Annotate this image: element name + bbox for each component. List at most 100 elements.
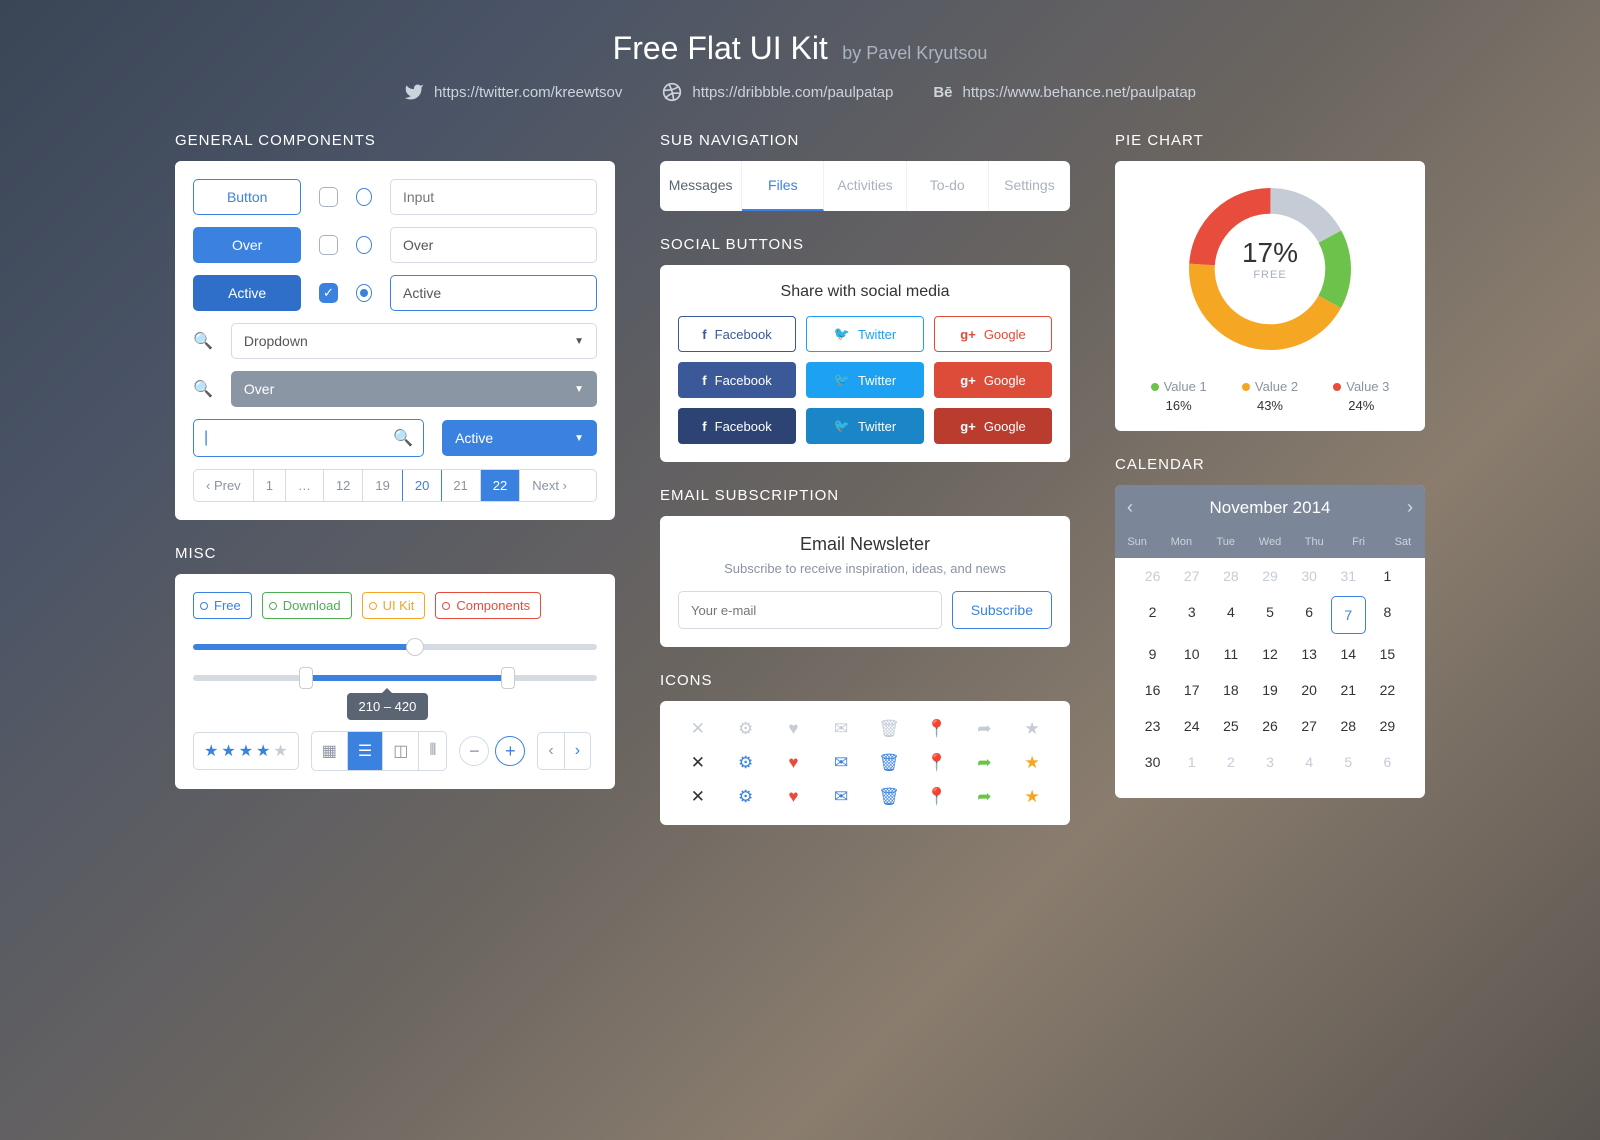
calendar-day[interactable]: 26 — [1250, 708, 1289, 744]
radio-unchecked[interactable] — [356, 188, 372, 206]
view-grid-icon[interactable]: ▦ — [312, 732, 348, 770]
input-active[interactable] — [390, 275, 597, 311]
pagination-page-current[interactable]: 20 — [402, 469, 442, 502]
twitter-button[interactable]: 🐦Twitter — [806, 362, 924, 398]
calendar-next-month[interactable]: › — [1407, 497, 1413, 518]
calendar-day[interactable]: 6 — [1368, 744, 1407, 780]
calendar-day[interactable]: 28 — [1329, 708, 1368, 744]
pagination-page[interactable]: 12 — [324, 470, 363, 501]
checkbox-checked[interactable]: ✓ — [319, 283, 337, 303]
input-default[interactable] — [390, 179, 597, 215]
calendar-day[interactable]: 4 — [1211, 594, 1250, 636]
prev-button[interactable]: ‹ — [538, 733, 564, 769]
calendar-day[interactable]: 29 — [1250, 558, 1289, 594]
calendar-day[interactable]: 5 — [1329, 744, 1368, 780]
dropdown-over[interactable]: Over▼ — [231, 371, 597, 407]
twitter-link[interactable]: https://twitter.com/kreewtsov — [404, 82, 622, 102]
tag-components[interactable]: Components — [435, 592, 541, 619]
calendar-day[interactable]: 6 — [1290, 594, 1329, 636]
calendar-day[interactable]: 31 — [1329, 558, 1368, 594]
google-button-outline[interactable]: g+Google — [934, 316, 1052, 352]
calendar-day[interactable]: 25 — [1211, 708, 1250, 744]
behance-link[interactable]: Bēhttps://www.behance.net/paulpatap — [933, 82, 1196, 102]
tag-download[interactable]: Download — [262, 592, 352, 619]
zoom-out-button[interactable]: − — [459, 736, 489, 766]
calendar-day[interactable]: 5 — [1250, 594, 1289, 636]
calendar-day[interactable]: 17 — [1172, 672, 1211, 708]
twitter-button-outline[interactable]: 🐦Twitter — [806, 316, 924, 352]
range-handle-min[interactable] — [299, 667, 313, 689]
calendar-day[interactable]: 7 — [1331, 596, 1366, 634]
calendar-day[interactable]: 13 — [1290, 636, 1329, 672]
button-default[interactable]: Button — [193, 179, 301, 215]
calendar-day[interactable]: 8 — [1368, 594, 1407, 636]
button-over[interactable]: Over — [193, 227, 301, 263]
slider-handle[interactable] — [406, 638, 424, 656]
tab-settings[interactable]: Settings — [989, 161, 1070, 211]
radio-unchecked-2[interactable] — [356, 236, 372, 254]
pagination-prev[interactable]: ‹ Prev — [194, 470, 254, 501]
calendar-day[interactable]: 2 — [1211, 744, 1250, 780]
calendar-day[interactable]: 2 — [1133, 594, 1172, 636]
tab-files[interactable]: Files — [742, 161, 824, 211]
dropdown-default[interactable]: Dropdown▼ — [231, 323, 597, 359]
calendar-day[interactable]: 19 — [1250, 672, 1289, 708]
calendar-day[interactable]: 1 — [1172, 744, 1211, 780]
view-columns-icon[interactable]: ◫ — [383, 732, 419, 770]
input-over[interactable] — [390, 227, 597, 263]
calendar-day[interactable]: 23 — [1133, 708, 1172, 744]
pagination-page[interactable]: 19 — [363, 470, 402, 501]
google-button[interactable]: g+Google — [934, 362, 1052, 398]
calendar-day[interactable]: 12 — [1250, 636, 1289, 672]
dropdown-active[interactable]: Active▼ — [442, 420, 597, 456]
checkbox-unchecked[interactable] — [319, 187, 337, 207]
calendar-day[interactable]: 3 — [1250, 744, 1289, 780]
calendar-prev-month[interactable]: ‹ — [1127, 497, 1133, 518]
calendar-day[interactable]: 16 — [1133, 672, 1172, 708]
tab-todo[interactable]: To-do — [907, 161, 989, 211]
pagination-page[interactable]: 21 — [441, 470, 480, 501]
dribbble-link[interactable]: https://dribbble.com/paulpatap — [662, 82, 893, 102]
calendar-day[interactable]: 24 — [1172, 708, 1211, 744]
next-button[interactable]: › — [565, 733, 590, 769]
calendar-day[interactable]: 27 — [1290, 708, 1329, 744]
search-input[interactable]: |🔍 — [193, 419, 424, 457]
calendar-day[interactable]: 3 — [1172, 594, 1211, 636]
tab-activities[interactable]: Activities — [824, 161, 906, 211]
tag-free[interactable]: Free — [193, 592, 252, 619]
calendar-day[interactable]: 26 — [1133, 558, 1172, 594]
google-button-dark[interactable]: g+Google — [934, 408, 1052, 444]
subscribe-button[interactable]: Subscribe — [952, 591, 1052, 629]
search-icon-hover[interactable]: 🔍 — [193, 379, 213, 399]
calendar-day[interactable]: 30 — [1133, 744, 1172, 780]
calendar-day[interactable]: 9 — [1133, 636, 1172, 672]
calendar-day[interactable]: 21 — [1329, 672, 1368, 708]
radio-checked[interactable] — [356, 284, 372, 302]
view-bars-icon[interactable]: ⦀ — [419, 732, 446, 770]
calendar-day[interactable]: 22 — [1368, 672, 1407, 708]
slider-single[interactable] — [193, 644, 597, 650]
email-input[interactable] — [678, 591, 942, 629]
checkbox-unchecked-2[interactable] — [319, 235, 337, 255]
calendar-day[interactable]: 27 — [1172, 558, 1211, 594]
calendar-day[interactable]: 14 — [1329, 636, 1368, 672]
calendar-day[interactable]: 1 — [1368, 558, 1407, 594]
view-list-icon[interactable]: ☰ — [348, 732, 383, 770]
calendar-day[interactable]: 28 — [1211, 558, 1250, 594]
pagination-next[interactable]: Next › — [520, 470, 579, 501]
pagination-page-selected[interactable]: 22 — [481, 470, 520, 501]
calendar-day[interactable]: 11 — [1211, 636, 1250, 672]
calendar-day[interactable]: 10 — [1172, 636, 1211, 672]
tab-messages[interactable]: Messages — [660, 161, 742, 211]
button-active[interactable]: Active — [193, 275, 301, 311]
calendar-day[interactable]: 20 — [1290, 672, 1329, 708]
calendar-day[interactable]: 30 — [1290, 558, 1329, 594]
calendar-day[interactable]: 15 — [1368, 636, 1407, 672]
facebook-button-outline[interactable]: fFacebook — [678, 316, 796, 352]
rating-stars[interactable]: ★ ★ ★ ★ ★ — [193, 732, 299, 770]
range-handle-max[interactable] — [501, 667, 515, 689]
search-icon[interactable]: 🔍 — [193, 331, 213, 351]
twitter-button-dark[interactable]: 🐦Twitter — [806, 408, 924, 444]
facebook-button-dark[interactable]: fFacebook — [678, 408, 796, 444]
facebook-button[interactable]: fFacebook — [678, 362, 796, 398]
